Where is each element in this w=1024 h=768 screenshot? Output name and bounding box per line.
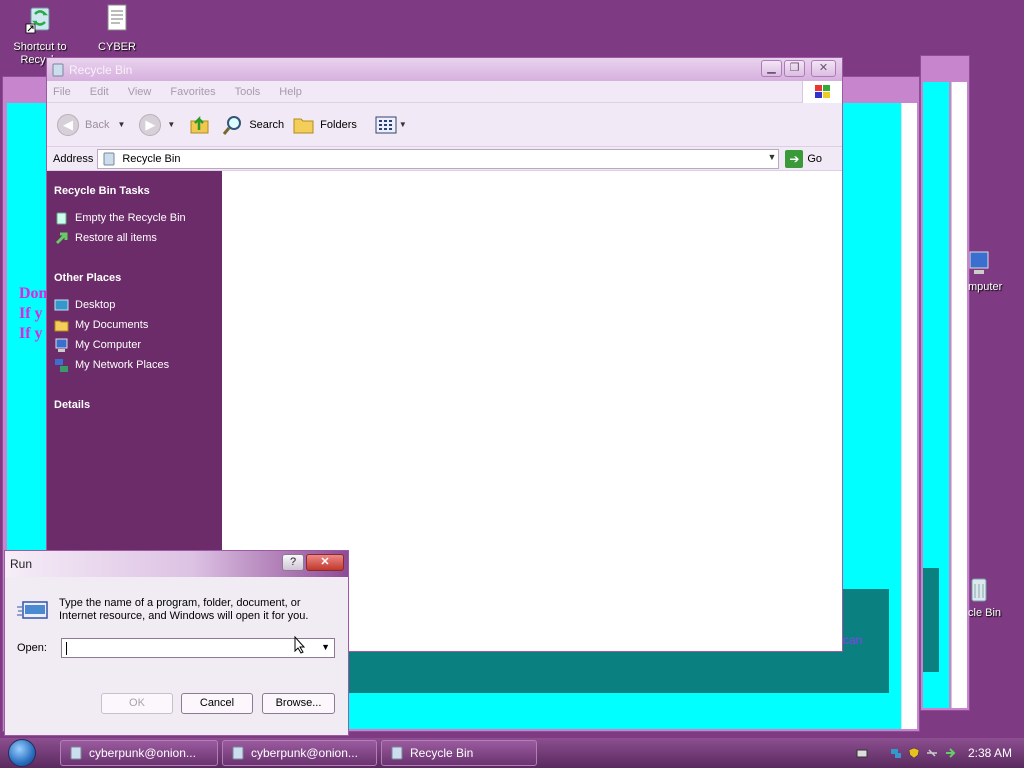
window-title: Recycle Bin — [69, 62, 133, 77]
computer-icon — [969, 251, 989, 274]
chevron-down-icon[interactable]: ▼ — [767, 152, 776, 162]
address-label: Address — [53, 152, 94, 165]
up-folder-icon — [190, 115, 209, 133]
taskbar-item[interactable]: cyberpunk@onion... — [222, 740, 377, 766]
partial-text-line: If y — [19, 305, 43, 322]
chevron-down-icon[interactable]: ▼ — [117, 120, 125, 129]
close-button[interactable]: ✕ — [811, 60, 836, 77]
clock[interactable]: 2:38 AM — [968, 746, 1012, 760]
partial-text-line: If y — [19, 325, 43, 342]
system-tray: 2:38 AM — [856, 738, 1024, 768]
menu-favorites[interactable]: Favorites — [170, 86, 215, 98]
ok-button[interactable]: OK — [101, 693, 173, 714]
network-icon[interactable] — [890, 747, 902, 759]
shield-icon[interactable] — [908, 747, 920, 759]
partial-text-line: Don — [19, 285, 48, 302]
close-button[interactable]: ✕ — [306, 554, 344, 571]
recycle-bin-icon — [391, 746, 403, 760]
cancel-button[interactable]: Cancel — [181, 693, 253, 714]
address-input[interactable]: Recycle Bin ▼ — [97, 148, 780, 169]
taskbar: cyberpunk@onion... cyberpunk@onion... Re… — [0, 738, 1024, 768]
mouse-cursor-icon — [294, 636, 306, 654]
folder-icon — [293, 118, 314, 133]
text-caret — [66, 642, 67, 655]
empty-recycle-bin-link[interactable]: Empty the Recycle Bin — [54, 208, 222, 228]
computer-icon — [55, 338, 68, 352]
run-description: Type the name of a program, folder, docu… — [59, 597, 309, 622]
go-button[interactable]: ➔ Go — [785, 149, 822, 168]
desktop-icon-my-computer[interactable]: mputer — [968, 250, 1002, 293]
my-documents-icon — [54, 320, 69, 331]
views-button[interactable]: ▼ — [375, 116, 413, 134]
browse-button[interactable]: Browse... — [262, 693, 335, 714]
open-label: Open: — [17, 642, 47, 654]
task-section-title[interactable]: Other Places — [54, 272, 222, 284]
chevron-down-icon[interactable]: ▼ — [167, 120, 175, 129]
title-bar[interactable]: Recycle Bin ▁ ❐ ✕ — [47, 58, 842, 81]
restore-arrow-icon — [55, 232, 68, 244]
chevron-down-icon[interactable]: ▼ — [321, 642, 330, 652]
network-icon — [55, 358, 68, 372]
recycle-bin-icon — [103, 152, 115, 165]
help-button[interactable]: ? — [282, 554, 304, 571]
back-button[interactable]: ◀ Back ▼ — [57, 113, 131, 136]
menu-tools[interactable]: Tools — [235, 86, 261, 98]
menu-help[interactable]: Help — [279, 86, 302, 98]
address-bar: Address Recycle Bin ▼ ➔ Go — [47, 147, 842, 171]
recycle-bin-icon — [232, 746, 244, 760]
up-folder-button[interactable] — [189, 114, 211, 136]
desktop-icon — [54, 299, 69, 310]
recycle-bin-icon — [52, 63, 64, 76]
forward-arrow-icon: ▶ — [139, 113, 162, 136]
keyboard-icon[interactable] — [856, 747, 868, 759]
views-icon — [375, 116, 397, 133]
run-title: Run — [10, 557, 33, 571]
scrollbar[interactable] — [951, 82, 967, 708]
other-places-desktop[interactable]: Desktop — [54, 295, 222, 315]
menu-edit[interactable]: Edit — [90, 86, 109, 98]
other-places-my-documents[interactable]: My Documents — [54, 315, 222, 335]
windows-orb-icon — [8, 739, 36, 767]
recycle-bin-icon — [70, 746, 82, 760]
background-window-right — [920, 55, 970, 711]
recycle-bin-icon — [56, 212, 67, 224]
run-title-bar[interactable]: Run ? ✕ — [5, 551, 348, 577]
menu-view[interactable]: View — [128, 86, 152, 98]
chevron-down-icon: ▼ — [398, 120, 407, 129]
recycle-bin-icon — [25, 7, 50, 34]
run-icon — [17, 601, 48, 619]
maximize-button[interactable]: ❐ — [784, 60, 805, 77]
taskbar-item-recycle-bin[interactable]: Recycle Bin — [381, 740, 537, 766]
search-button[interactable]: Search — [221, 113, 284, 137]
task-section-title[interactable]: Details — [54, 399, 222, 411]
desktop-icon-cyber[interactable]: CYBER — [77, 2, 157, 54]
folders-button[interactable]: Folders — [292, 114, 357, 136]
toolbar: ◀ Back ▼ ▶ ▼ Search Folders ▼ — [47, 103, 842, 147]
start-button[interactable] — [0, 738, 44, 768]
safely-remove-icon[interactable] — [944, 747, 956, 759]
taskbar-item[interactable]: cyberpunk@onion... — [60, 740, 218, 766]
go-arrow-icon: ➔ — [785, 149, 804, 168]
other-places-my-computer[interactable]: My Computer — [54, 335, 222, 355]
menu-file[interactable]: File — [53, 86, 71, 98]
connection-icon[interactable] — [926, 747, 938, 759]
restore-all-items-link[interactable]: Restore all items — [54, 228, 222, 248]
forward-button[interactable]: ▶ ▼ — [139, 113, 181, 136]
scrollbar[interactable] — [901, 103, 917, 729]
other-places-my-network-places[interactable]: My Network Places — [54, 355, 222, 375]
windows-logo-icon — [802, 81, 842, 103]
desktop-icon-recycle-bin[interactable]: cle Bin — [968, 576, 1001, 619]
partial-text: can — [843, 633, 863, 647]
back-arrow-icon: ◀ — [57, 113, 79, 136]
document-icon — [107, 4, 127, 31]
search-icon — [223, 115, 242, 135]
menu-bar: File Edit View Favorites Tools Help — [47, 81, 842, 103]
task-section-title[interactable]: Recycle Bin Tasks — [54, 185, 222, 197]
minimize-button[interactable]: ▁ — [761, 60, 782, 77]
recycle-bin-icon — [971, 578, 987, 602]
